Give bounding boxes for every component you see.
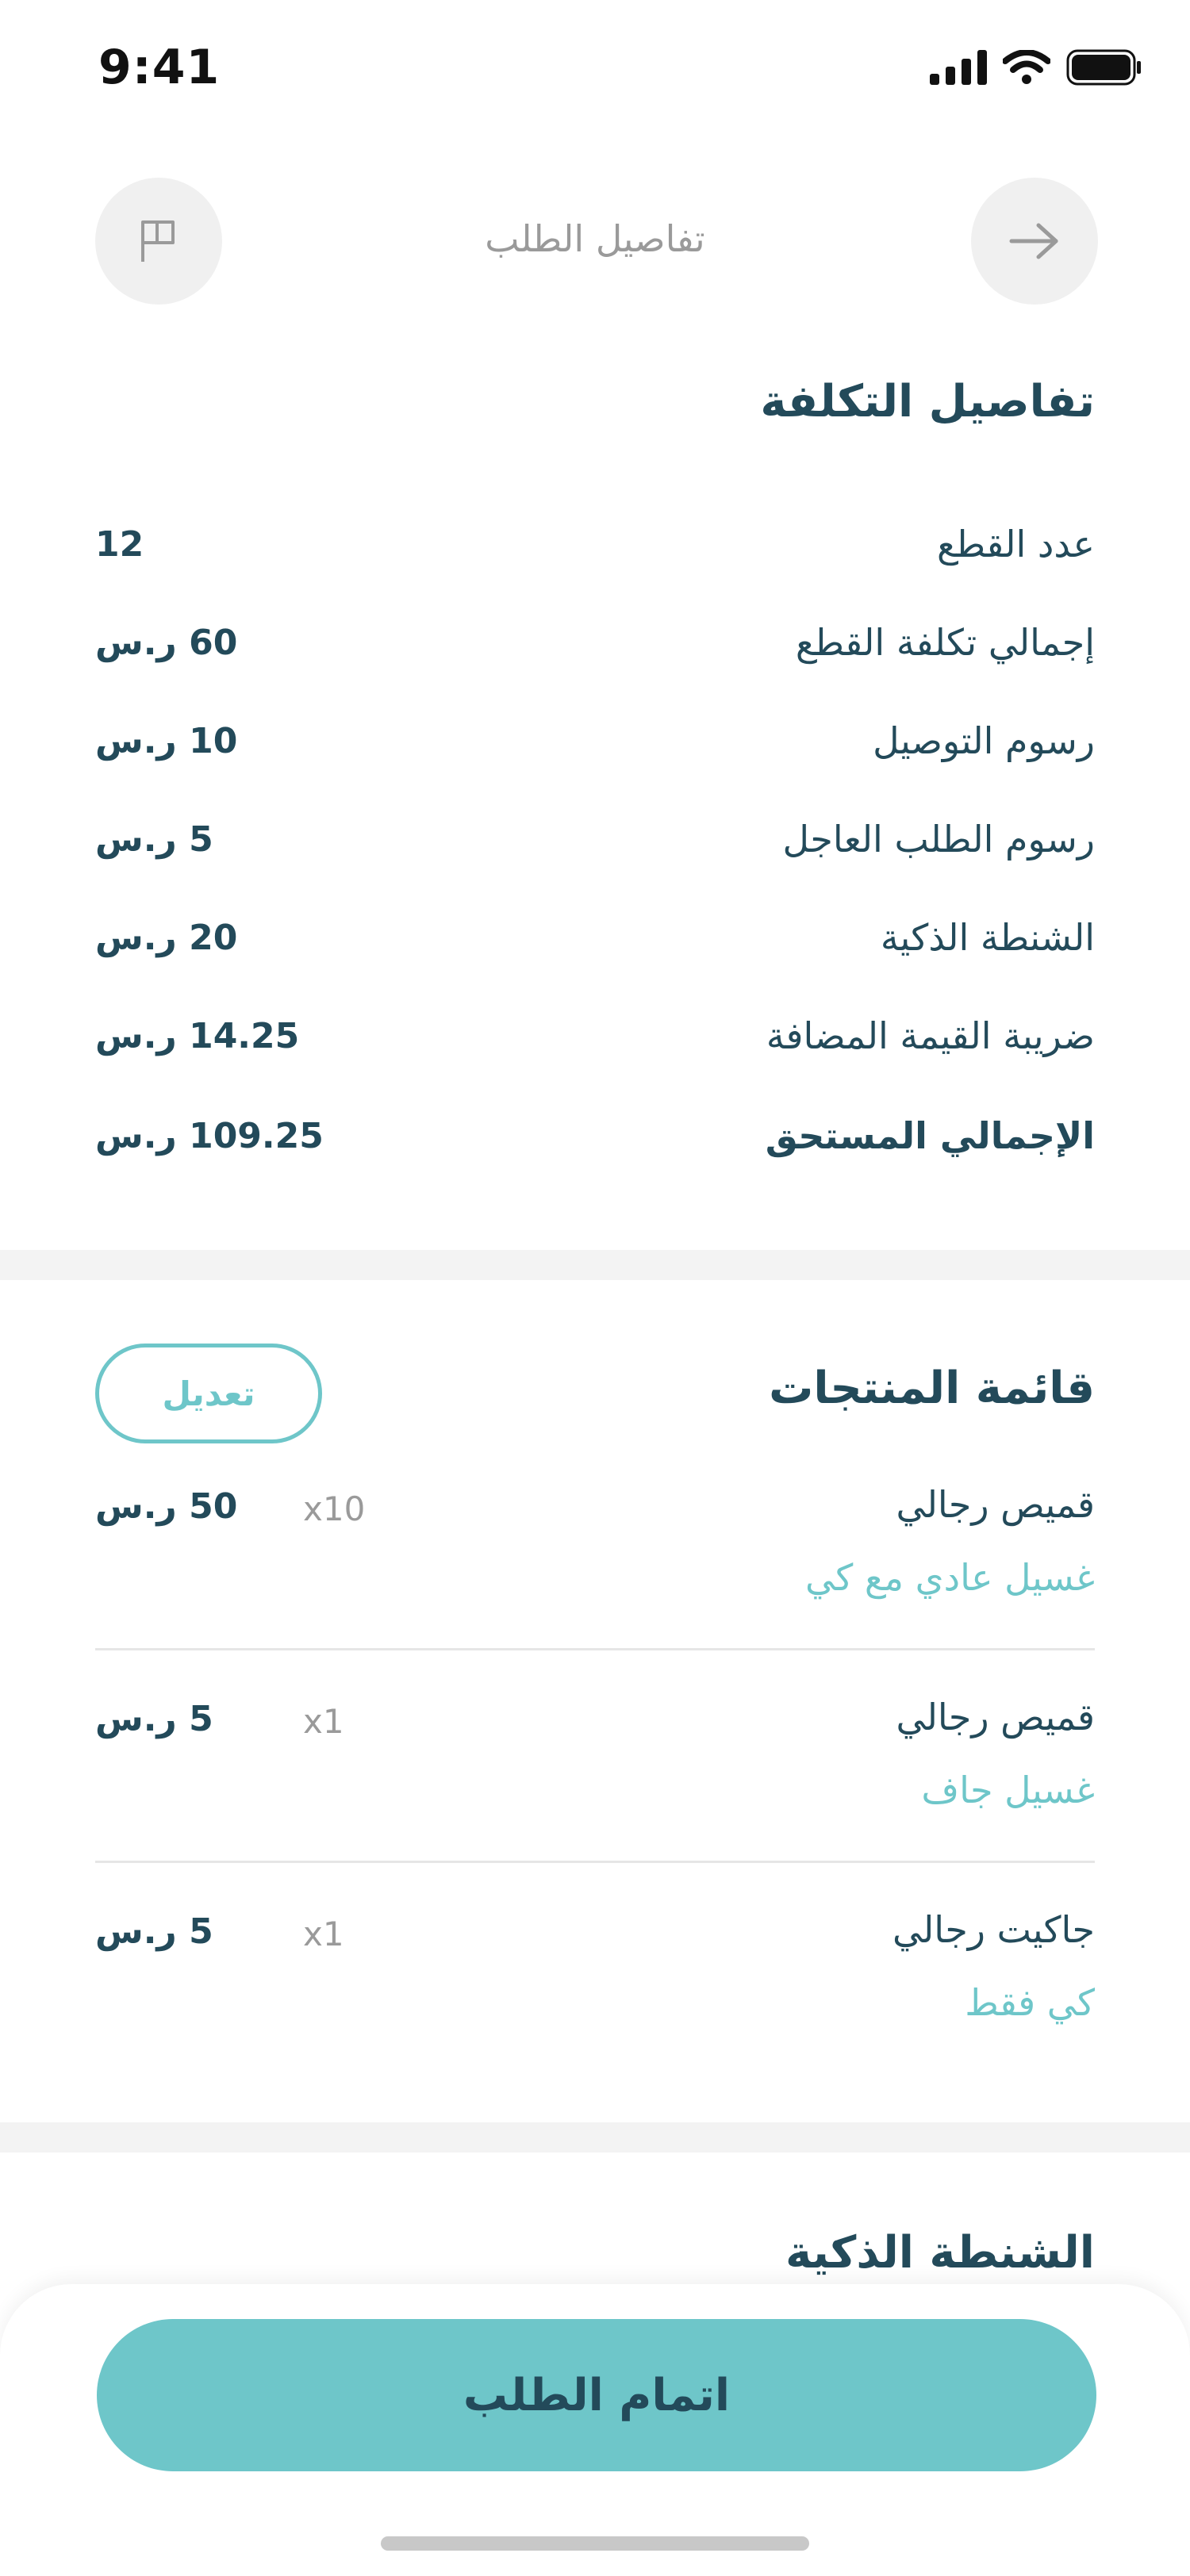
product-name: قميص رجالي — [896, 1483, 1095, 1526]
wifi-icon — [1003, 50, 1050, 84]
status-time: 9:41 — [98, 40, 221, 95]
product-quantity: x1 — [303, 1702, 344, 1741]
cost-label: رسوم التوصيل — [873, 719, 1095, 762]
smart-bag-section-title: الشنطة الذكية — [785, 2227, 1095, 2279]
signal-icon — [930, 50, 987, 85]
cost-row-vat: ضريبة القيمة المضافة 14.25 ر.س — [95, 1004, 1095, 1068]
cost-value: 10 ر.س — [95, 720, 238, 761]
cost-row-delivery: رسوم التوصيل 10 ر.س — [95, 709, 1095, 772]
product-price: 50 ر.س — [95, 1486, 238, 1527]
status-bar: 9:41 — [0, 0, 1190, 135]
edit-products-button[interactable]: تعديل — [95, 1344, 322, 1443]
product-separator — [95, 1648, 1095, 1650]
back-button[interactable] — [971, 178, 1098, 305]
product-service: غسيل جاف — [921, 1769, 1095, 1811]
battery-icon — [1066, 49, 1141, 86]
product-name: قميص رجالي — [896, 1696, 1095, 1738]
product-service: غسيل عادي مع كي — [805, 1556, 1095, 1599]
cost-value: 5 ر.س — [95, 818, 213, 860]
cost-label: رسوم الطلب العاجل — [782, 818, 1095, 861]
section-divider — [0, 2122, 1190, 2152]
cost-row-urgent: رسوم الطلب العاجل 5 ر.س — [95, 807, 1095, 871]
complete-order-button[interactable]: اتمام الطلب — [97, 2319, 1096, 2471]
cost-label: ضريبة القيمة المضافة — [766, 1014, 1095, 1057]
arrow-right-icon — [1009, 223, 1058, 259]
product-item: قميص رجالي غسيل جاف x1 5 ر.س — [95, 1696, 1095, 1870]
cost-value: 12 — [95, 523, 144, 565]
status-icons — [930, 49, 1142, 86]
product-name: جاكيت رجالي — [892, 1908, 1095, 1951]
cost-row-pieces: عدد القطع 12 — [95, 512, 1095, 576]
product-item: قميص رجالي غسيل عادي مع كي x10 50 ر.س — [95, 1483, 1095, 1658]
product-service: كي فقط — [965, 1981, 1095, 2024]
cost-row-total: الإجمالي المستحق 109.25 ر.س — [95, 1104, 1095, 1167]
cost-label: إجمالي تكلفة القطع — [795, 621, 1095, 664]
bottom-action-panel: اتمام الطلب — [0, 2284, 1190, 2576]
cost-label: الشنطة الذكية — [880, 916, 1095, 959]
cost-row-items-total: إجمالي تكلفة القطع 60 ر.س — [95, 611, 1095, 674]
home-indicator — [381, 2536, 809, 2551]
product-item: جاكيت رجالي كي فقط x1 5 ر.س — [95, 1908, 1095, 2083]
products-section-title: قائمة المنتجات — [769, 1363, 1095, 1414]
cost-label: الإجمالي المستحق — [765, 1114, 1095, 1157]
product-price: 5 ر.س — [95, 1699, 213, 1739]
product-quantity: x1 — [303, 1915, 344, 1953]
product-price: 5 ر.س — [95, 1911, 213, 1952]
cost-value: 14.25 ر.س — [95, 1015, 300, 1056]
cost-value: 20 ر.س — [95, 917, 238, 958]
cost-value: 60 ر.س — [95, 622, 238, 663]
cost-value: 109.25 ر.س — [95, 1115, 324, 1156]
section-divider — [0, 1250, 1190, 1280]
cost-row-smart-bag: الشنطة الذكية 20 ر.س — [95, 906, 1095, 969]
header: تفاصيل الطلب — [0, 178, 1190, 308]
product-separator — [95, 1861, 1095, 1863]
cost-section-title: تفاصيل التكلفة — [760, 376, 1095, 427]
product-quantity: x10 — [303, 1489, 366, 1528]
cost-label: عدد القطع — [937, 523, 1095, 565]
